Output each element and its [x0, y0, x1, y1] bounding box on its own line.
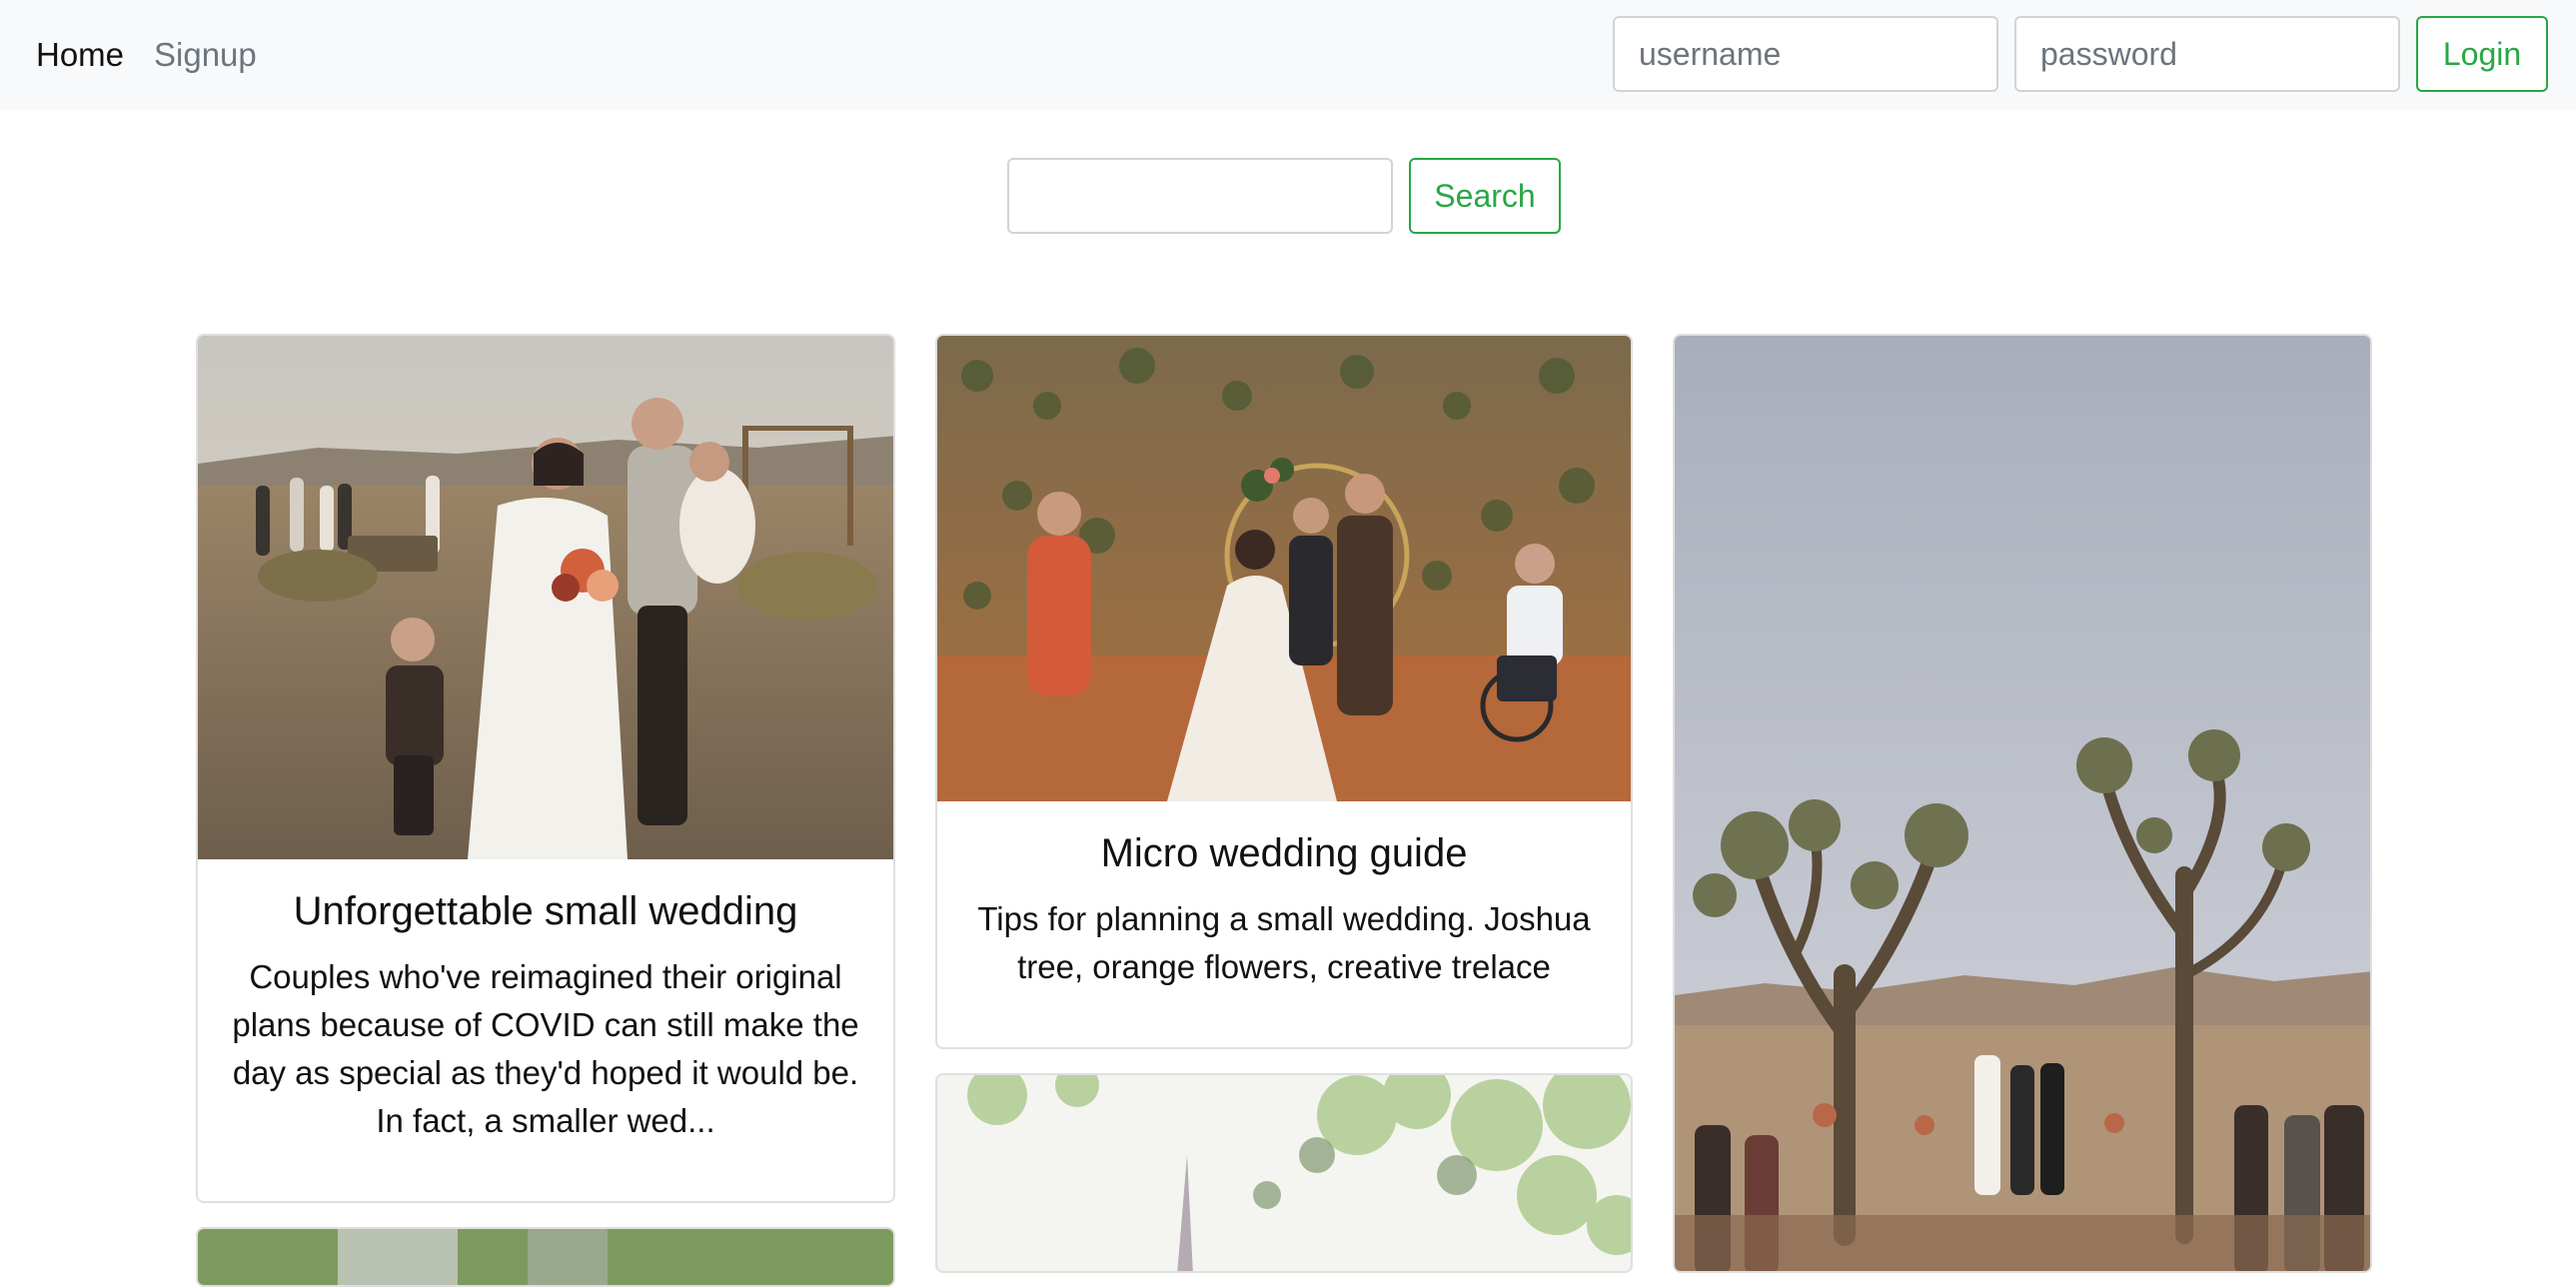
nav-link-home[interactable]: Home [36, 36, 124, 74]
post-card[interactable] [196, 1227, 895, 1287]
card-body: Micro wedding guide Tips for planning a … [937, 801, 1631, 991]
card-image-joshua-tree-ceremony[interactable] [1675, 336, 2370, 1271]
top-navbar: Home Signup Login [0, 0, 2576, 110]
card-title[interactable]: Micro wedding guide [971, 829, 1597, 877]
nav-link-signup[interactable]: Signup [154, 36, 257, 74]
post-card[interactable]: Unforgettable small wedding Couples who'… [196, 334, 895, 1203]
password-input[interactable] [2014, 16, 2400, 92]
card-image-desert-wedding-family[interactable] [198, 336, 893, 859]
post-card[interactable] [1673, 334, 2372, 1273]
login-button[interactable]: Login [2416, 16, 2548, 92]
post-card[interactable] [935, 1073, 1633, 1273]
card-title[interactable]: Unforgettable small wedding [232, 887, 859, 935]
search-input[interactable] [1007, 158, 1393, 234]
username-input[interactable] [1613, 16, 1998, 92]
card-text: Couples who've reimagined their original… [232, 958, 859, 1139]
card-image-greenery-partial[interactable] [198, 1229, 893, 1285]
card-image-desert-ceremony-arch[interactable] [937, 336, 1631, 801]
post-card[interactable]: Micro wedding guide Tips for planning a … [935, 334, 1633, 1049]
card-text: Tips for planning a small wedding. Joshu… [977, 900, 1591, 985]
card-image-greenery-floral[interactable] [937, 1075, 1631, 1271]
card-body: Unforgettable small wedding Couples who'… [198, 859, 893, 1145]
search-button[interactable]: Search [1409, 158, 1561, 234]
